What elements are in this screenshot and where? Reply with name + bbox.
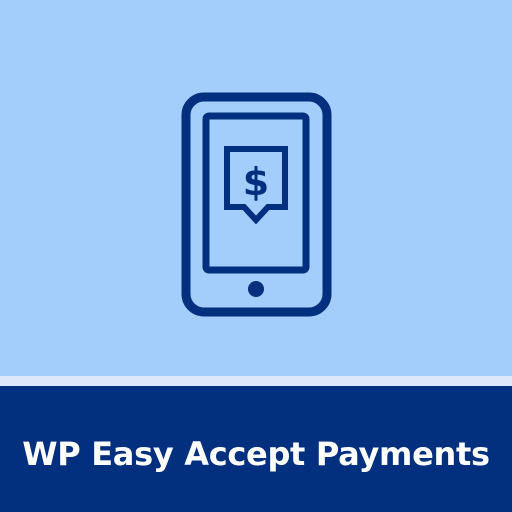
plugin-banner: $ WP Easy Accept Payments <box>0 0 512 512</box>
divider <box>0 376 512 386</box>
home-button <box>248 281 264 297</box>
mobile-payment-icon: $ <box>181 92 332 317</box>
plugin-title: WP Easy Accept Payments <box>22 435 490 473</box>
title-bar: WP Easy Accept Payments <box>0 386 512 512</box>
dollar-icon: $ <box>243 160 269 204</box>
icon-area: $ <box>0 0 512 378</box>
